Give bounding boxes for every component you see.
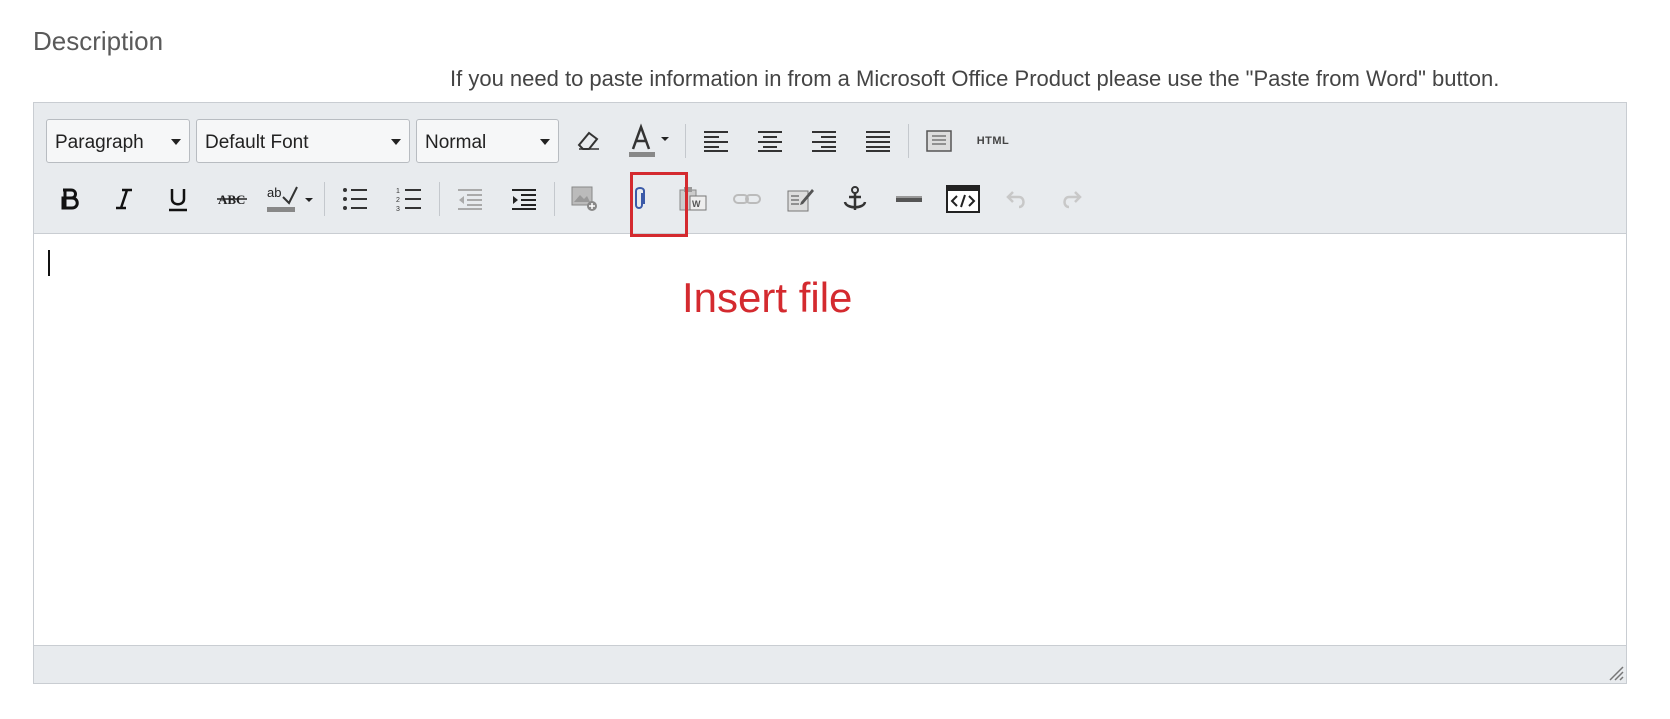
undo-button[interactable] [993,176,1041,222]
html-source-button[interactable]: HTML [969,118,1017,164]
embed-code-button[interactable] [939,176,987,222]
eraser-icon [577,131,599,150]
link-icon [733,194,761,204]
text-cursor [48,250,50,276]
svg-text:3: 3 [396,206,400,212]
redo-button[interactable] [1047,176,1095,222]
spellcheck-button[interactable]: ab [262,176,318,222]
undo-icon [1006,191,1025,209]
rich-text-editor: Paragraph Default Font Normal HTML ABC a… [33,102,1627,684]
full-screen-icon [926,130,952,152]
font-color-icon [629,123,669,157]
italic-icon [116,188,132,210]
block-format-value: Paragraph [55,132,144,153]
insert-anchor-button[interactable] [831,176,879,222]
editor-status-bar [34,645,1626,683]
font-color-button[interactable] [619,118,679,164]
align-right-icon [812,131,836,152]
outdent-button[interactable] [446,176,494,222]
justify-icon [866,131,890,152]
annotation-highlight-box [630,172,688,237]
chevron-down-icon [171,139,181,145]
anchor-icon [843,186,867,210]
code-icon [946,185,980,213]
bold-button[interactable] [46,176,94,222]
toolbar-separator [685,124,686,158]
editor-toolbar: Paragraph Default Font Normal HTML ABC a… [34,103,1626,234]
annotation-label: Insert file [682,274,853,321]
align-left-icon [704,131,728,152]
strikethrough-icon: ABC [217,192,247,207]
align-center-icon [758,131,782,152]
toolbar-row-1: Paragraph Default Font Normal HTML [46,118,1626,164]
block-format-select[interactable]: Paragraph [46,119,190,163]
redo-icon [1063,191,1082,209]
clear-formatting-button[interactable] [565,118,613,164]
toolbar-separator [324,182,325,216]
svg-text:ab: ab [267,185,281,200]
font-size-value: Normal [425,132,487,153]
bold-icon [61,188,79,210]
outdent-icon [458,189,482,210]
horizontal-rule-button[interactable] [885,176,933,222]
strikethrough-button[interactable]: ABC [208,176,256,222]
description-label: Description [33,26,164,56]
insert-image-button[interactable] [561,176,609,222]
underline-icon [169,189,187,212]
svg-text:W: W [692,199,701,209]
numbered-list-button[interactable]: 1 2 3 [385,176,433,222]
resize-grip-icon[interactable] [1606,663,1624,681]
toolbar-separator [439,182,440,216]
font-size-select[interactable]: Normal [416,119,559,163]
align-left-button[interactable] [692,118,740,164]
spellcheck-icon: ab [267,185,313,212]
chevron-down-icon [540,139,550,145]
toolbar-row-2: ABC ab 1 2 3 W [46,174,1626,224]
align-center-button[interactable] [746,118,794,164]
numbered-list-icon: 1 2 3 [396,188,421,212]
chevron-down-icon [391,139,401,145]
edit-form-icon [787,189,814,212]
indent-button[interactable] [500,176,548,222]
bulleted-list-icon [343,188,367,210]
full-screen-button[interactable] [915,118,963,164]
image-icon [571,186,597,211]
svg-text:1: 1 [396,188,400,195]
insert-link-button[interactable] [723,176,771,222]
italic-button[interactable] [100,176,148,222]
toolbar-separator [554,182,555,216]
align-right-button[interactable] [800,118,848,164]
underline-button[interactable] [154,176,202,222]
insert-form-button[interactable] [777,176,825,222]
indent-icon [512,189,536,210]
svg-text:2: 2 [396,197,400,204]
bulleted-list-button[interactable] [331,176,379,222]
paste-hint: If you need to paste information in from… [450,66,1500,91]
toolbar-separator [908,124,909,158]
horizontal-rule-icon [896,196,922,202]
font-family-value: Default Font [205,132,309,153]
font-family-select[interactable]: Default Font [196,119,410,163]
justify-button[interactable] [854,118,902,164]
